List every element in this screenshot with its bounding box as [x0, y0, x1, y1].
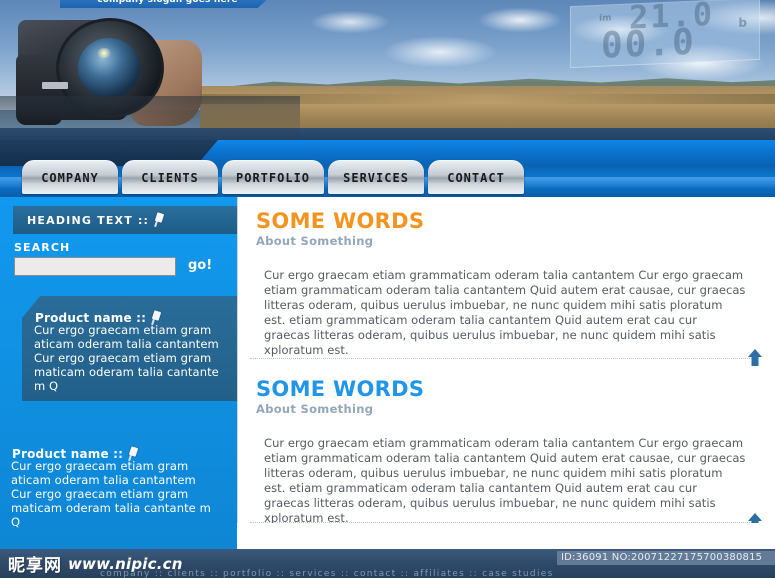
sidebar-heading-text: HEADING TEXT ::: [27, 213, 150, 227]
nav-label: CLIENTS: [141, 170, 199, 185]
nav-item-services[interactable]: SERVICES: [328, 160, 425, 194]
search-label: SEARCH: [14, 241, 71, 254]
main-navigation: COMPANY CLIENTS PORTFOLIO SERVICES CONTA…: [22, 160, 525, 194]
main-content: SOME WORDS About Something Cur ergo grae…: [237, 197, 775, 549]
company-slogan-text: company slogan goes here: [97, 0, 238, 5]
lcd-display-overlay: im b 21.0 00.0: [570, 0, 760, 69]
header-banner-image: im b 21.0 00.0 company slogan goes here: [0, 0, 775, 160]
nav-label: CONTACT: [447, 170, 505, 185]
section-2-title: SOME WORDS: [256, 377, 425, 401]
lcd-unit-right: b: [738, 15, 747, 30]
nav-item-portfolio[interactable]: PORTFOLIO: [222, 160, 325, 194]
lcd-value-bottom: 00.0: [601, 21, 696, 67]
company-slogan-ribbon: company slogan goes here: [60, 0, 275, 8]
footer-navigation-links[interactable]: company :: clients :: portfolio :: servi…: [100, 569, 554, 578]
nav-label: COMPANY: [41, 170, 99, 185]
content-section-2: SOME WORDS About Something Cur ergo grae…: [256, 377, 756, 526]
banner-reflection: [0, 96, 300, 142]
lcd-unit-left: im: [599, 13, 612, 24]
camera-label: [42, 82, 68, 89]
nav-label: PORTFOLIO: [236, 170, 311, 185]
product-2-body: Cur ergo graecam etiam gram aticam odera…: [11, 459, 211, 529]
image-id-badge: ID:36091 NO:20071227175700380815: [557, 551, 775, 565]
content-section-1: SOME WORDS About Something Cur ergo grae…: [256, 209, 756, 358]
content-bottom-spacer: [237, 523, 775, 549]
pushpin-icon: [153, 213, 165, 227]
section-1-body: Cur ergo graecam etiam grammaticam odera…: [264, 268, 746, 357]
section-2-body: Cur ergo graecam etiam grammaticam odera…: [264, 436, 746, 525]
nav-label: SERVICES: [343, 170, 409, 185]
sidebar-heading-box: HEADING TEXT ::: [13, 206, 237, 234]
search-go-button[interactable]: go!: [188, 258, 212, 273]
section-1-subtitle: About Something: [256, 234, 374, 248]
back-to-top-icon[interactable]: [747, 349, 763, 366]
sidebar: HEADING TEXT :: SEARCH go! Product name …: [0, 197, 237, 549]
section-1-title: SOME WORDS: [256, 209, 425, 233]
nav-item-contact[interactable]: CONTACT: [428, 160, 525, 194]
lens-highlight-icon: [96, 48, 112, 58]
section-2-subtitle: About Something: [256, 402, 374, 416]
product-1-body: Cur ergo graecam etiam gram aticam odera…: [34, 323, 219, 393]
page-root: im b 21.0 00.0 company slogan goes here …: [0, 0, 775, 578]
nav-item-clients[interactable]: CLIENTS: [122, 160, 218, 194]
watermark-chinese-logo: 昵享网: [8, 556, 62, 576]
search-input[interactable]: [14, 257, 176, 276]
camera-lens-glass: [78, 38, 140, 98]
section-divider-1: [250, 358, 754, 359]
nav-item-company[interactable]: COMPANY: [22, 160, 118, 194]
